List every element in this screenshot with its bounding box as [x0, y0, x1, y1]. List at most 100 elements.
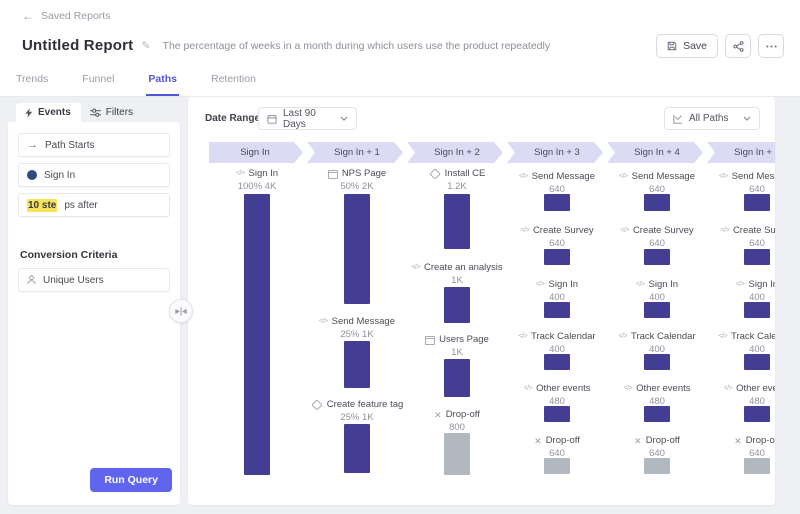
path-node[interactable]: </>Sign In400	[607, 279, 707, 304]
events-panel: → Path Starts Sign In 10 steps after Con…	[8, 122, 180, 505]
event-icon: </>	[720, 225, 729, 237]
path-node-label: Send Message	[332, 316, 395, 328]
run-query-button[interactable]: Run Query	[90, 468, 172, 492]
event-icon: </>	[518, 331, 527, 343]
path-node-value: 50% 2K	[307, 181, 407, 193]
event-icon: </>	[620, 225, 629, 237]
path-node[interactable]: </>Send Message25% 1K	[307, 316, 407, 341]
path-bar[interactable]	[644, 194, 670, 211]
path-node[interactable]: </>Other events480	[607, 383, 707, 408]
tag-icon	[311, 399, 322, 410]
panel-resize-handle[interactable]	[169, 299, 193, 323]
path-starts-item[interactable]: → Path Starts	[18, 133, 170, 157]
path-bar[interactable]	[744, 302, 770, 318]
path-step-header[interactable]: Sign In + 1	[307, 142, 403, 163]
event-icon: </>	[520, 225, 529, 237]
path-node[interactable]: NPS Page50% 2K	[307, 168, 407, 193]
path-node[interactable]: </>Create Survey640	[707, 225, 775, 250]
path-node[interactable]: </>Sign In400	[707, 279, 775, 304]
path-node[interactable]: </>Create Survey640	[507, 225, 607, 250]
dropoff-bar[interactable]	[644, 458, 670, 474]
event-icon: </>	[619, 171, 628, 183]
path-node[interactable]: </>Send Message640	[607, 171, 707, 196]
path-bar[interactable]	[744, 194, 770, 211]
path-step-header[interactable]: Sign In	[207, 142, 303, 163]
path-node[interactable]: </>Send Message640	[707, 171, 775, 196]
path-step-header[interactable]: Sign In + 3	[507, 142, 603, 163]
path-bar[interactable]	[344, 424, 370, 473]
path-node[interactable]: ✕Drop-off640	[507, 435, 607, 460]
save-button[interactable]: Save	[656, 34, 718, 58]
path-node[interactable]: </>Sign In100% 4K	[207, 168, 307, 193]
path-bar[interactable]	[344, 194, 370, 304]
path-bar[interactable]	[544, 302, 570, 318]
path-node-value: 25% 1K	[307, 329, 407, 341]
edit-title-icon[interactable]: ✎	[141, 39, 150, 52]
path-node[interactable]: </>Create an analysis1K	[407, 262, 507, 287]
path-node[interactable]: ✕Drop-off800	[407, 409, 507, 434]
tab-events[interactable]: Events	[16, 103, 81, 122]
path-bar[interactable]	[644, 354, 670, 370]
tab-filters[interactable]: Filters	[81, 103, 143, 122]
path-bar[interactable]	[544, 406, 570, 422]
path-step-header[interactable]: Sign In + 2	[407, 142, 503, 163]
save-icon	[667, 41, 677, 51]
path-node-value: 1K	[407, 347, 507, 359]
share-icon	[733, 41, 744, 52]
path-bar[interactable]	[344, 341, 370, 388]
path-node[interactable]: Install CE1.2K	[407, 168, 507, 193]
path-node[interactable]: Users Page1K	[407, 334, 507, 359]
event-icon: </>	[719, 171, 728, 183]
path-bar[interactable]	[544, 194, 570, 211]
path-bar[interactable]	[644, 302, 670, 318]
tab-paths[interactable]: Paths	[146, 73, 179, 96]
path-bar[interactable]	[744, 354, 770, 370]
share-button[interactable]	[725, 34, 751, 58]
path-node[interactable]: </>Track Calendar400	[507, 331, 607, 356]
path-node-label: Create an analysis	[424, 262, 503, 274]
path-node[interactable]: </>Track Calendar400	[707, 331, 775, 356]
path-node[interactable]: </>Track Calendar400	[607, 331, 707, 356]
steps-after-item[interactable]: 10 steps after	[18, 193, 170, 217]
path-node[interactable]: </>Create Survey640	[607, 225, 707, 250]
event-icon: </>	[411, 262, 420, 274]
dropoff-x-icon: ✕	[634, 435, 642, 447]
path-bar[interactable]	[644, 249, 670, 265]
title-row: Untitled Report ✎ The percentage of week…	[22, 37, 550, 54]
sign-in-event-item[interactable]: Sign In	[18, 163, 170, 187]
path-bar[interactable]	[444, 287, 470, 323]
path-node[interactable]: </>Sign In400	[507, 279, 607, 304]
path-bar[interactable]	[544, 249, 570, 265]
path-node[interactable]: ✕Drop-off640	[607, 435, 707, 460]
path-node-label: Sign In	[549, 279, 579, 291]
path-node[interactable]: </>Send Message640	[507, 171, 607, 196]
tab-funnel[interactable]: Funnel	[80, 73, 116, 96]
path-node[interactable]: ✕Drop-off640	[707, 435, 775, 460]
header: ← Saved Reports Untitled Report ✎ The pe…	[0, 0, 800, 97]
steps-after-rest: ps after	[64, 200, 97, 211]
path-bar[interactable]	[244, 194, 270, 475]
path-node-label: Drop-off	[546, 435, 580, 447]
unique-users-item[interactable]: Unique Users	[18, 268, 170, 292]
path-node[interactable]: </>Other events480	[507, 383, 607, 408]
path-step-header[interactable]: Sign In + 4	[607, 142, 703, 163]
back-link[interactable]: ← Saved Reports	[22, 9, 110, 23]
tab-retention[interactable]: Retention	[209, 73, 258, 96]
paths-report-card: Date Range Last 90 Days All Paths Sign I…	[188, 97, 775, 505]
more-button[interactable]	[758, 34, 784, 58]
path-bar[interactable]	[744, 249, 770, 265]
path-step-header[interactable]: Sign In + 5	[707, 142, 775, 163]
dropoff-bar[interactable]	[744, 458, 770, 474]
page-title: Untitled Report	[22, 37, 133, 54]
dropoff-bar[interactable]	[444, 433, 470, 475]
path-node-label: Track Calendar	[531, 331, 596, 343]
dropoff-bar[interactable]	[544, 458, 570, 474]
path-node[interactable]: Create feature tag25% 1K	[307, 399, 407, 424]
path-bar[interactable]	[544, 354, 570, 370]
path-node[interactable]: </>Other events480	[707, 383, 775, 408]
tab-trends[interactable]: Trends	[14, 73, 50, 96]
path-bar[interactable]	[444, 194, 470, 249]
path-bar[interactable]	[644, 406, 670, 422]
path-bar[interactable]	[444, 359, 470, 397]
path-bar[interactable]	[744, 406, 770, 422]
